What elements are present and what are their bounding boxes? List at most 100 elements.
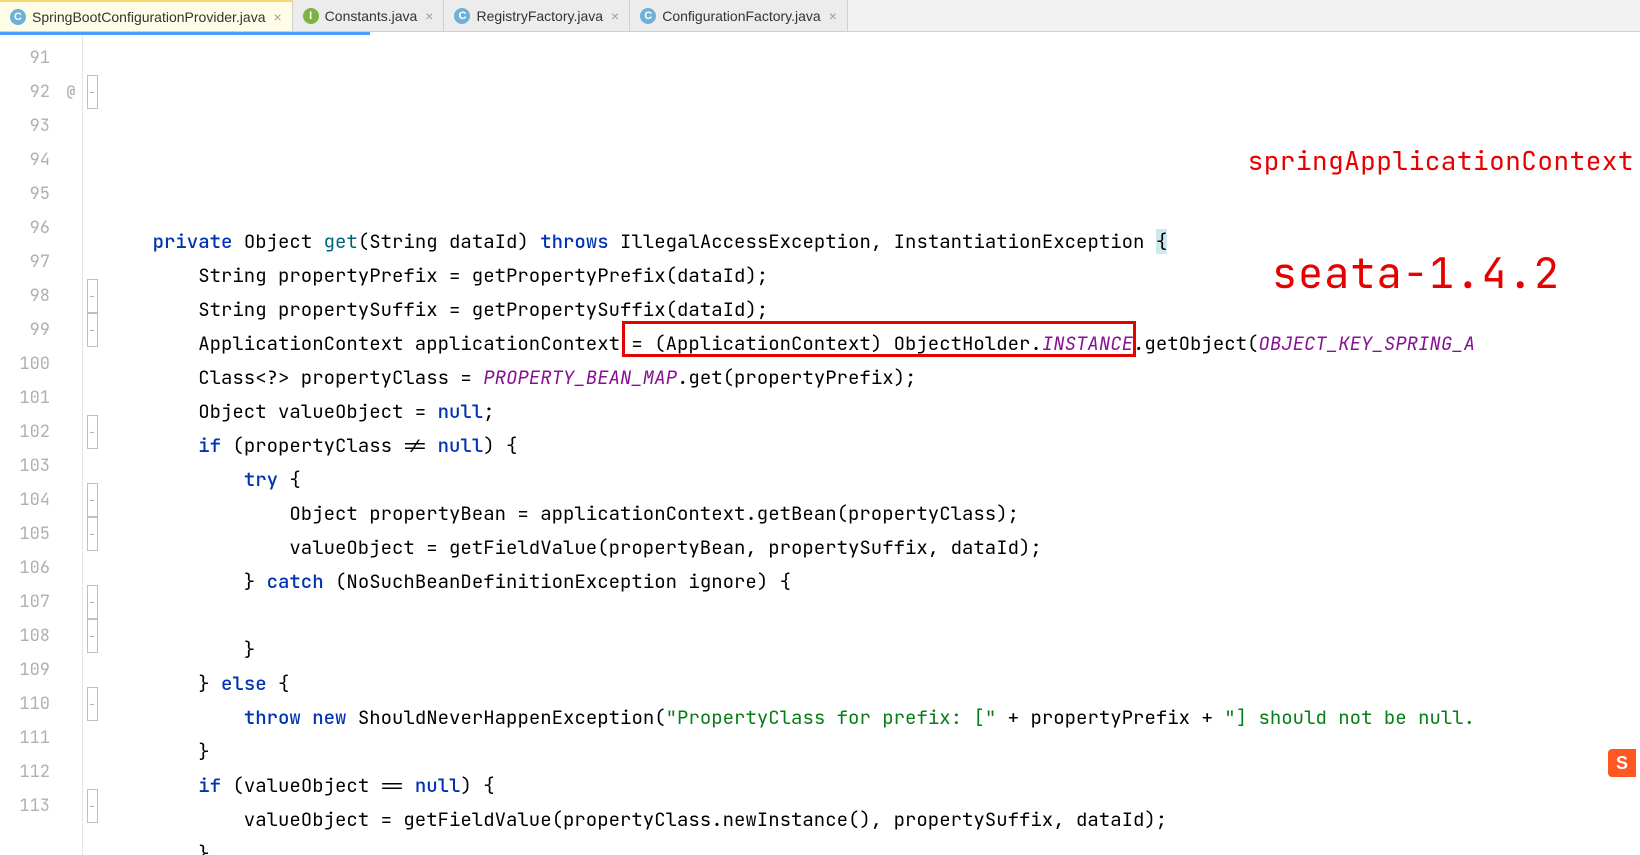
code-line[interactable]: } (101, 633, 1640, 667)
line-number: 106 (0, 551, 60, 585)
fold-mark[interactable]: – (83, 279, 101, 313)
gutter-mark (60, 381, 82, 415)
line-number: 109 (0, 653, 60, 687)
editor-tab[interactable]: C SpringBootConfigurationProvider.java × (0, 0, 293, 31)
code-line[interactable]: Object valueObject = null; (101, 395, 1640, 429)
code-line[interactable]: Object propertyBean = applicationContext… (101, 497, 1640, 531)
fold-mark[interactable] (83, 381, 101, 415)
fold-mark[interactable]: – (83, 483, 101, 517)
fold-mark[interactable] (83, 347, 101, 381)
fold-mark[interactable] (83, 41, 101, 75)
line-number: 91 (0, 41, 60, 75)
tab-label: RegistryFactory.java (476, 8, 603, 24)
tab-label: SpringBootConfigurationProvider.java (32, 9, 265, 25)
fold-mark[interactable] (83, 449, 101, 483)
fold-mark[interactable]: – (83, 619, 101, 653)
fold-mark[interactable]: – (83, 789, 101, 823)
fold-mark[interactable] (83, 109, 101, 143)
gutter-mark (60, 755, 82, 789)
fold-mark[interactable] (83, 177, 101, 211)
code-line[interactable]: valueObject = getFieldValue(propertyClas… (101, 803, 1640, 837)
line-number: 95 (0, 177, 60, 211)
code-line[interactable]: } (101, 837, 1640, 855)
fold-mark[interactable] (83, 653, 101, 687)
close-icon[interactable]: × (423, 8, 435, 24)
code-line[interactable]: } (101, 735, 1640, 769)
fold-mark[interactable]: – (83, 585, 101, 619)
gutter-mark (60, 721, 82, 755)
overlay-annotation-context: springApplicationContext (1248, 143, 1634, 178)
code-line[interactable]: String propertyPrefix = getPropertyPrefi… (101, 259, 1640, 293)
close-icon[interactable]: × (609, 8, 621, 24)
code-editor: 9192939495969798991001011021031041051061… (0, 35, 1640, 855)
code-line[interactable]: String propertySuffix = getPropertySuffi… (101, 293, 1640, 327)
line-number: 96 (0, 211, 60, 245)
file-type-icon: I (303, 8, 319, 24)
code-line[interactable]: private Object get(String dataId) throws… (101, 225, 1640, 259)
code-line[interactable]: if (propertyClass != null) { (101, 429, 1640, 463)
code-line[interactable]: valueObject = getFieldValue(propertyBean… (101, 531, 1640, 565)
tab-label: Constants.java (325, 8, 418, 24)
line-number: 108 (0, 619, 60, 653)
code-line[interactable]: } catch (NoSuchBeanDefinitionException i… (101, 565, 1640, 599)
line-number-gutter: 9192939495969798991001011021031041051061… (0, 35, 60, 855)
code-line[interactable]: try { (101, 463, 1640, 497)
gutter-mark (60, 109, 82, 143)
gutter-mark (60, 279, 82, 313)
fold-mark[interactable] (83, 143, 101, 177)
line-number: 97 (0, 245, 60, 279)
fold-mark[interactable]: – (83, 75, 101, 109)
fold-mark[interactable]: – (83, 313, 101, 347)
line-number: 113 (0, 789, 60, 823)
editor-tabs: CSpringBootConfigurationProvider.java×IC… (0, 0, 1640, 32)
line-number: 102 (0, 415, 60, 449)
gutter-mark (60, 313, 82, 347)
gutter-mark (60, 789, 82, 823)
gutter-mark (60, 347, 82, 381)
line-number: 92 (0, 75, 60, 109)
gutter-mark (60, 415, 82, 449)
line-number: 98 (0, 279, 60, 313)
gutter-mark (60, 653, 82, 687)
code-line[interactable] (101, 191, 1640, 225)
line-number: 94 (0, 143, 60, 177)
gutter-mark (60, 211, 82, 245)
editor-tab[interactable]: CConfigurationFactory.java× (630, 0, 848, 31)
fold-mark[interactable] (83, 721, 101, 755)
gutter-mark (60, 517, 82, 551)
file-type-icon: C (454, 8, 470, 24)
fold-mark[interactable]: – (83, 517, 101, 551)
fold-mark[interactable] (83, 245, 101, 279)
tab-label: ConfigurationFactory.java (662, 8, 820, 24)
gutter-mark (60, 143, 82, 177)
code-line[interactable]: throw new ShouldNeverHappenException("Pr… (101, 701, 1640, 735)
gutter-mark (60, 619, 82, 653)
line-number: 105 (0, 517, 60, 551)
line-number: 112 (0, 755, 60, 789)
code-line[interactable]: } else { (101, 667, 1640, 701)
file-type-icon: C (10, 9, 26, 25)
fold-mark[interactable]: – (83, 687, 101, 721)
editor-tab[interactable]: C RegistryFactory.java × (444, 0, 630, 31)
gutter-mark: @ (60, 75, 82, 109)
annotation-gutter: @ (60, 35, 82, 855)
editor-tab[interactable]: I Constants.java × (293, 0, 445, 31)
code-line[interactable] (101, 599, 1640, 633)
line-number: 100 (0, 347, 60, 381)
fold-mark[interactable] (83, 755, 101, 789)
fold-mark[interactable]: – (83, 415, 101, 449)
line-number: 99 (0, 313, 60, 347)
gutter-mark (60, 483, 82, 517)
close-icon[interactable]: × (827, 8, 839, 24)
code-line[interactable]: ApplicationContext applicationContext = … (101, 327, 1640, 361)
code-area[interactable]: springApplicationContext seata-1.4.2 S p… (101, 35, 1640, 855)
gutter-mark (60, 177, 82, 211)
gutter-mark (60, 551, 82, 585)
fold-mark[interactable] (83, 211, 101, 245)
line-number: 103 (0, 449, 60, 483)
close-icon[interactable]: × (271, 9, 283, 25)
code-line[interactable]: if (valueObject == null) { (101, 769, 1640, 803)
gutter-mark (60, 449, 82, 483)
fold-mark[interactable] (83, 551, 101, 585)
code-line[interactable]: Class<?> propertyClass = PROPERTY_BEAN_M… (101, 361, 1640, 395)
